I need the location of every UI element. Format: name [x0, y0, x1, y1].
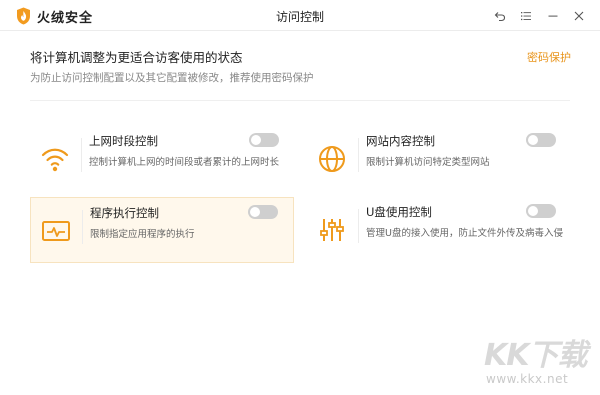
password-protect-link[interactable]: 密码保护 — [527, 49, 571, 65]
back-arrow-icon — [494, 12, 506, 22]
minimize-button[interactable] — [545, 8, 561, 24]
card-usb-usage-control[interactable]: U盘使用控制 管理U盘的接入使用，防止文件外传及病毒入侵 — [307, 197, 571, 263]
close-button[interactable] — [571, 8, 587, 24]
minimize-icon — [548, 15, 558, 17]
card-website-content-control[interactable]: 网站内容控制 限制计算机访问特定类型网站 — [307, 126, 571, 192]
card-description: 控制计算机上网的时间段或者累计的上网时长 — [89, 157, 280, 168]
toggle-knob — [528, 206, 538, 216]
toggle-knob — [251, 135, 261, 145]
toggle-knob — [528, 135, 538, 145]
window-title: 访问控制 — [275, 10, 324, 24]
back-button[interactable] — [492, 8, 508, 24]
watermark: KK下载 www.kkx.net — [484, 330, 594, 390]
globe-icon — [315, 142, 349, 176]
sliders-icon — [315, 213, 349, 247]
card-description: 限制计算机访问特定类型网站 — [366, 157, 490, 168]
card-separator — [82, 210, 83, 244]
page-subheading: 为防止访问控制配置以及其它配置被修改，推荐使用密码保护 — [30, 72, 314, 84]
usb-usage-toggle[interactable] — [526, 204, 556, 218]
card-description: 限制指定应用程序的执行 — [90, 229, 195, 240]
website-content-toggle[interactable] — [526, 133, 556, 147]
card-title: 程序执行控制 — [90, 206, 159, 220]
close-icon — [574, 11, 584, 21]
card-program-execution-control[interactable]: 程序执行控制 限制指定应用程序的执行 — [30, 197, 294, 263]
watermark-logo-text: KK下载 — [484, 338, 587, 373]
header-divider — [30, 100, 570, 101]
monitor-pulse-icon — [39, 214, 73, 248]
card-separator — [81, 138, 82, 172]
menu-button[interactable] — [518, 8, 534, 24]
program-execution-toggle[interactable] — [248, 205, 278, 219]
card-internet-time-control[interactable]: 上网时段控制 控制计算机上网的时间段或者累计的上网时长 — [30, 126, 294, 192]
menu-list-icon — [521, 12, 531, 21]
page-heading: 将计算机调整为更适合访客使用的状态 — [30, 50, 243, 65]
card-separator — [358, 209, 359, 243]
card-description: 管理U盘的接入使用，防止文件外传及病毒入侵 — [366, 228, 563, 239]
watermark-url: www.kkx.net — [486, 372, 569, 386]
card-title: 网站内容控制 — [366, 134, 435, 148]
internet-time-toggle[interactable] — [249, 133, 279, 147]
title-bar: 火绒安全 访问控制 — [0, 0, 600, 31]
card-title: 上网时段控制 — [89, 134, 158, 148]
card-title: U盘使用控制 — [366, 205, 432, 219]
card-separator — [358, 138, 359, 172]
toggle-knob — [250, 207, 260, 217]
wifi-icon — [38, 142, 72, 176]
